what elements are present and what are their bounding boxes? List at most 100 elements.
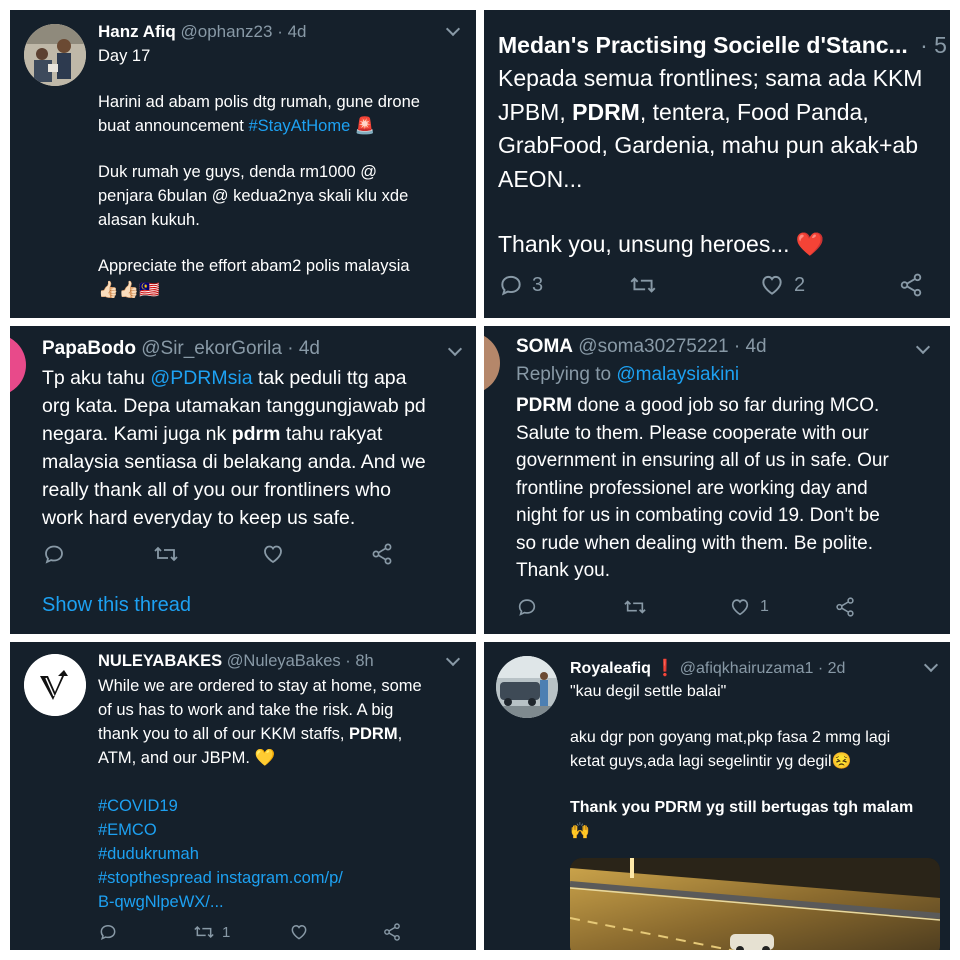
- attached-photo[interactable]: [570, 858, 940, 950]
- reply-target-link[interactable]: @malaysiakini: [616, 364, 739, 385]
- mention-link[interactable]: @PDRMsia: [150, 367, 252, 389]
- like-count: 1: [760, 598, 769, 615]
- avatar[interactable]: [24, 24, 86, 86]
- tweet-time: · 4d: [733, 336, 767, 357]
- tweet-text-line: buat announcement #StayAtHome 🚨: [98, 117, 376, 135]
- share-button[interactable]: [370, 542, 394, 566]
- tweet-text-line: frontline professionel are working day a…: [516, 477, 868, 499]
- author-handle[interactable]: @ophanz23: [181, 22, 273, 41]
- tweet-text-line: Day 17: [98, 47, 151, 65]
- reply-icon: [518, 599, 536, 616]
- author-handle[interactable]: @soma30275221: [578, 336, 728, 357]
- show-thread-link[interactable]: Show this thread: [42, 594, 191, 617]
- chevron-down-icon[interactable]: [445, 651, 461, 667]
- reply-button[interactable]: [516, 596, 622, 618]
- reply-button[interactable]: 3: [498, 272, 628, 298]
- hashtag-link[interactable]: #EMCO: [98, 818, 468, 842]
- like-count: 2: [794, 273, 806, 296]
- chevron-down-icon[interactable]: [923, 657, 939, 673]
- author-name[interactable]: PapaBodo: [42, 338, 136, 359]
- tweet-hanz-afiq[interactable]: Hanz Afiq @ophanz23 · 4d Day 17 Harini a…: [10, 10, 476, 318]
- tweet-text-line: Thank you.: [516, 560, 610, 581]
- emoji-line: 🙌: [570, 823, 590, 840]
- author-name[interactable]: Medan's Practising Socielle d'Stanc...: [498, 32, 908, 58]
- tweet-text-line: Harini ad abam polis dtg rumah, gune dro…: [98, 93, 420, 111]
- retweet-icon: [194, 925, 214, 939]
- chevron-down-icon[interactable]: [445, 21, 461, 37]
- tweet-time: · 2d: [817, 660, 846, 677]
- tweet-text-line: negara. Kami juga nk pdrm tahu rakyat: [42, 423, 383, 445]
- retweet-button[interactable]: 1: [192, 922, 288, 942]
- tweet-text-line: government in ensuring all of us in safe…: [516, 450, 889, 471]
- reply-count: 3: [532, 273, 544, 296]
- tweet-nuleyabakes[interactable]: NULEYABAKES @NuleyaBakes · 8h While we a…: [10, 642, 476, 950]
- replying-to-label: Replying to: [516, 364, 617, 385]
- emoji-line: 👍🏻👍🏻🇲🇾: [98, 281, 160, 299]
- tweet-papabodo[interactable]: PapaBodo @Sir_ekorGorila · 4d Tp aku tah…: [10, 326, 476, 634]
- retweet-icon: [154, 546, 178, 562]
- tweet-text-line: so rude when dealing with them. Be polit…: [516, 532, 873, 554]
- reply-button[interactable]: [98, 922, 192, 942]
- tweet-text-line: malaysia sentiasa di belakang anda. And …: [42, 451, 426, 473]
- hashtag-link[interactable]: #COVID19: [98, 794, 468, 818]
- tweet-soma[interactable]: SOMA @soma30275221 · 4d Replying to @mal…: [484, 326, 950, 634]
- tweet-royaleafiq[interactable]: Royaleafiq ❗ @afiqkhairuzama1 · 2d "kau …: [484, 642, 950, 950]
- reply-icon: [501, 275, 521, 296]
- share-button[interactable]: [898, 272, 924, 298]
- chevron-down-icon[interactable]: [915, 339, 931, 355]
- hashtag-link[interactable]: #stopthespread instagram.com/p/: [98, 866, 468, 890]
- avatar[interactable]: [496, 656, 558, 718]
- tweet-text-line: GrabFood, Gardenia, mahu pun akak+ab: [498, 132, 919, 158]
- author-name[interactable]: SOMA: [516, 336, 573, 357]
- share-icon: [372, 543, 392, 565]
- author-handle[interactable]: @afiqkhairuzama1: [680, 660, 814, 677]
- hashtag-link[interactable]: #StayAtHome: [248, 117, 350, 135]
- share-button[interactable]: [382, 922, 402, 942]
- author-name[interactable]: NULEYABAKES: [98, 652, 222, 670]
- tweet-text-line: alasan kukuh.: [98, 211, 200, 229]
- avatar[interactable]: [10, 334, 26, 396]
- tweet-text-line: ATM, and our JBPM. 💛: [98, 749, 276, 767]
- like-button[interactable]: [288, 922, 382, 942]
- retweet-button[interactable]: [152, 542, 260, 566]
- retweet-icon: [624, 600, 646, 614]
- external-link[interactable]: B-qwgNlpeWX/...: [98, 890, 468, 914]
- tweet-text-line: "kau degil settle balai": [570, 683, 727, 700]
- tweet-text-line: Kepada semua frontlines; sama ada KKM: [498, 65, 923, 91]
- author-handle[interactable]: @Sir_ekorGorila: [141, 338, 282, 359]
- author-name[interactable]: Royaleafiq ❗: [570, 660, 675, 677]
- like-button[interactable]: 2: [758, 272, 888, 298]
- avatar[interactable]: [484, 332, 500, 394]
- heart-icon: [264, 545, 282, 564]
- tweet-text-line: org kata. Depa utamakan tanggungjawab pd: [42, 395, 426, 417]
- chevron-down-icon[interactable]: [447, 341, 463, 357]
- tweet-time: · 4d: [277, 22, 307, 41]
- reply-icon: [100, 924, 116, 941]
- share-button[interactable]: [834, 596, 856, 618]
- nuleya-logo: [24, 654, 86, 716]
- tweet-text-line: JPBM, PDRM, tentera, Food Panda,: [498, 98, 869, 125]
- retweet-count: 1: [222, 923, 231, 941]
- tweet-text-line: While we are ordered to stay at home, so…: [98, 677, 422, 695]
- tweet-text-line: of us has to work and take the risk. A b…: [98, 701, 394, 719]
- tweet-text-line: work hard everyday to keep us safe.: [42, 507, 356, 529]
- share-icon: [384, 923, 400, 941]
- tweet-text-line: Thank you, unsung heroes... ❤️: [498, 231, 825, 257]
- share-icon: [836, 597, 854, 617]
- share-icon: [900, 273, 922, 297]
- author-handle[interactable]: @NuleyaBakes: [227, 652, 341, 670]
- retweet-button[interactable]: [622, 596, 728, 618]
- avatar[interactable]: [24, 654, 86, 716]
- retweet-button[interactable]: [628, 272, 758, 298]
- tweet-medan[interactable]: Medan's Practising Socielle d'Stanc... ·…: [484, 10, 950, 318]
- heart-icon: [731, 599, 749, 616]
- like-button[interactable]: 1: [728, 596, 834, 618]
- tweet-time: · 8h: [345, 652, 374, 670]
- tweet-time: · 4d: [287, 338, 320, 359]
- hashtag-link[interactable]: #dudukrumah: [98, 842, 468, 866]
- author-name[interactable]: Hanz Afiq: [98, 22, 176, 41]
- tweet-text-line: aku dgr pon goyang mat,pkp fasa 2 mmg la…: [570, 729, 891, 746]
- tweet-text-line: Tp aku tahu @PDRMsia tak peduli ttg apa: [42, 367, 407, 389]
- like-button[interactable]: [260, 542, 370, 566]
- reply-button[interactable]: [42, 542, 152, 566]
